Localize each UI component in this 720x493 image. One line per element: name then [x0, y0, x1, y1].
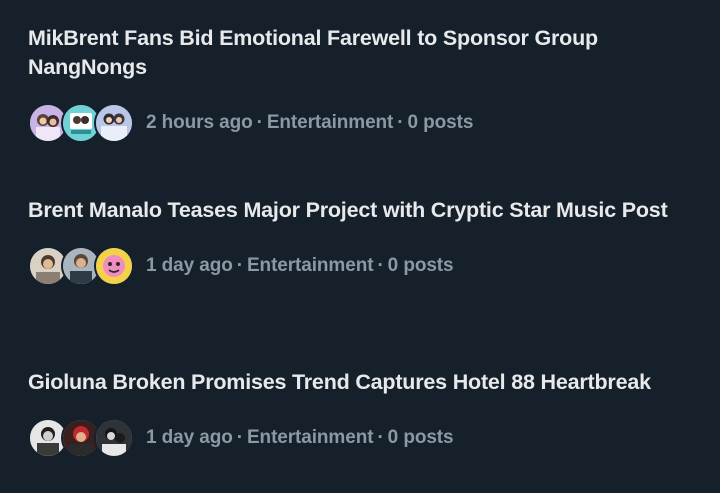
meta-separator: · [256, 112, 263, 133]
meta-separator: · [377, 427, 384, 448]
avatar-group [28, 246, 146, 286]
story-category[interactable]: Entertainment [267, 112, 394, 133]
trending-stories-feed: MikBrent Fans Bid Emotional Farewell to … [0, 0, 720, 493]
story-title[interactable]: Brent Manalo Teases Major Project with C… [28, 196, 700, 225]
story-meta-text: 1 day ago · Entertainment · 0 posts [146, 427, 454, 449]
story-meta: 1 day ago · Entertainment · 0 posts [28, 245, 700, 287]
avatar [94, 418, 134, 458]
avatar-group [28, 103, 146, 143]
story-meta: 2 hours ago · Entertainment · 0 posts [28, 102, 700, 144]
story-item[interactable]: Brent Manalo Teases Major Project with C… [28, 196, 700, 287]
story-meta-text: 1 day ago · Entertainment · 0 posts [146, 255, 454, 277]
story-title[interactable]: MikBrent Fans Bid Emotional Farewell to … [28, 24, 700, 82]
story-post-count: 0 posts [407, 112, 474, 133]
meta-separator: · [236, 427, 243, 448]
story-time: 1 day ago [146, 427, 233, 448]
story-time: 2 hours ago [146, 112, 253, 133]
avatar [94, 103, 134, 143]
story-time: 1 day ago [146, 255, 233, 276]
meta-separator: · [397, 112, 404, 133]
story-meta-text: 2 hours ago · Entertainment · 0 posts [146, 112, 473, 134]
story-item[interactable]: Gioluna Broken Promises Trend Captures H… [28, 368, 700, 459]
avatar [94, 246, 134, 286]
story-category[interactable]: Entertainment [247, 427, 374, 448]
meta-separator: · [236, 255, 243, 276]
story-post-count: 0 posts [387, 255, 454, 276]
story-meta: 1 day ago · Entertainment · 0 posts [28, 417, 700, 459]
story-item[interactable]: MikBrent Fans Bid Emotional Farewell to … [28, 24, 700, 144]
story-category[interactable]: Entertainment [247, 255, 374, 276]
meta-separator: · [377, 255, 384, 276]
story-post-count: 0 posts [387, 427, 454, 448]
avatar-group [28, 418, 146, 458]
story-title[interactable]: Gioluna Broken Promises Trend Captures H… [28, 368, 700, 397]
